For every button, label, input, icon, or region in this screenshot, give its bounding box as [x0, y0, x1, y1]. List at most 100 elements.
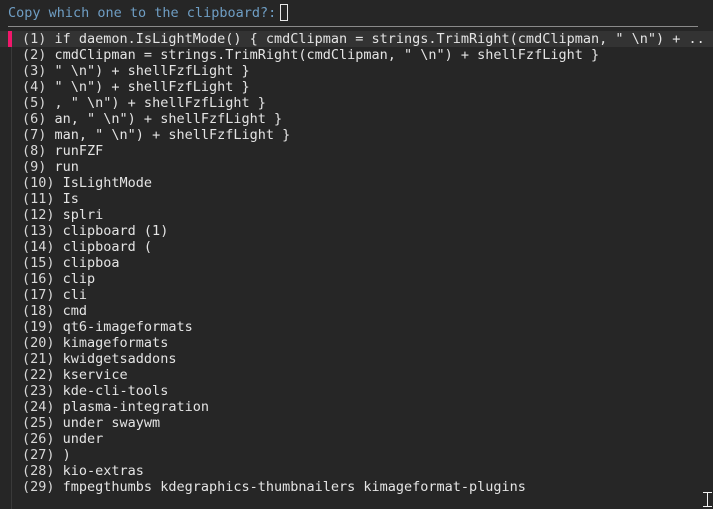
- list-item-number: (17): [22, 287, 55, 303]
- choice-list[interactable]: (1) if daemon.IsLightMode() { cmdClipman…: [0, 31, 713, 509]
- list-item-label: clipboa: [62, 255, 120, 271]
- list-item-spacer: [55, 303, 63, 319]
- list-item-number: (26): [22, 431, 55, 447]
- list-item-spacer: [46, 111, 54, 127]
- list-item[interactable]: (20) kimageformats: [0, 335, 713, 351]
- list-item-spacer: [55, 239, 63, 255]
- list-item-label: run: [54, 159, 79, 175]
- list-item[interactable]: (15) clipboa: [0, 255, 713, 271]
- list-item-number: (23): [22, 383, 55, 399]
- list-item-number: (7): [22, 127, 47, 143]
- list-item[interactable]: (4) " \n") + shellFzfLight }: [0, 79, 713, 95]
- list-item-spacer: [46, 79, 54, 95]
- list-item-label: " \n") + shellFzfLight }: [54, 79, 250, 95]
- list-item[interactable]: (2) cmdClipman = strings.TrimRight(cmdCl…: [0, 47, 713, 63]
- list-item-spacer: [55, 271, 63, 287]
- list-item[interactable]: (11) Is: [0, 191, 713, 207]
- terminal-picker-window: Copy which one to the clipboard?: (1) if…: [0, 0, 713, 509]
- list-item-spacer: [55, 255, 63, 271]
- list-item-spacer: [55, 207, 63, 223]
- list-item-spacer: [55, 431, 63, 447]
- list-item-number: (2): [22, 47, 47, 63]
- list-item-number: (16): [22, 271, 55, 287]
- list-item[interactable]: (25) under swaywm: [0, 415, 713, 431]
- list-item-number: (18): [22, 303, 55, 319]
- list-item-spacer: [46, 47, 54, 63]
- list-item-number: (25): [22, 415, 55, 431]
- list-item[interactable]: (22) kservice: [0, 367, 713, 383]
- list-item[interactable]: (10) IsLightMode: [0, 175, 713, 191]
- list-item-label: kde-cli-tools: [62, 383, 169, 399]
- list-item-number: (19): [22, 319, 55, 335]
- list-item[interactable]: (12) splri: [0, 207, 713, 223]
- list-item-spacer: [55, 335, 63, 351]
- list-item-label: Is: [62, 191, 79, 207]
- list-item-label: runFZF: [54, 143, 104, 159]
- list-item-number: (3): [22, 63, 47, 79]
- list-item-spacer: [55, 383, 63, 399]
- list-item-spacer: [46, 127, 54, 143]
- list-item[interactable]: (17) cli: [0, 287, 713, 303]
- list-item[interactable]: (1) if daemon.IsLightMode() { cmdClipman…: [0, 31, 713, 47]
- prompt-bar: Copy which one to the clipboard?:: [0, 0, 713, 27]
- list-item[interactable]: (14) clipboard (: [0, 239, 713, 255]
- list-item[interactable]: (9) run: [0, 159, 713, 175]
- list-item[interactable]: (16) clip: [0, 271, 713, 287]
- list-item-label: cmdClipman = strings.TrimRight(cmdClipma…: [54, 47, 600, 63]
- list-item[interactable]: (27) ): [0, 447, 713, 463]
- list-item-number: (12): [22, 207, 55, 223]
- list-item-label: clip: [62, 271, 96, 287]
- list-item-label: " \n") + shellFzfLight }: [54, 63, 250, 79]
- list-item[interactable]: (18) cmd: [0, 303, 713, 319]
- list-item-spacer: [55, 287, 63, 303]
- list-item[interactable]: (13) clipboard (1): [0, 223, 713, 239]
- header-divider: [8, 26, 698, 27]
- vertical-scrollbar-track[interactable]: [700, 31, 702, 509]
- list-item-spacer: [55, 191, 63, 207]
- list-item[interactable]: (8) runFZF: [0, 143, 713, 159]
- list-item-label: qt6-imageformats: [62, 319, 193, 335]
- list-item-spacer: [55, 367, 63, 383]
- list-item-label: kservice: [62, 367, 128, 383]
- text-cursor-icon[interactable]: [280, 4, 288, 21]
- list-item-spacer: [55, 447, 63, 463]
- list-item[interactable]: (23) kde-cli-tools: [0, 383, 713, 399]
- list-item-number: (27): [22, 447, 55, 463]
- list-item-label: clipboard (: [62, 239, 153, 255]
- list-item-spacer: [55, 351, 63, 367]
- list-item-label: splri: [62, 207, 104, 223]
- list-item[interactable]: (29) fmpegthumbs kdegraphics-thumbnailer…: [0, 479, 713, 495]
- list-item-label: ): [62, 447, 71, 463]
- list-item-number: (29): [22, 479, 55, 495]
- list-item-number: (13): [22, 223, 55, 239]
- list-item-spacer: [46, 143, 54, 159]
- list-item-number: (10): [22, 175, 55, 191]
- list-item-spacer: [55, 399, 63, 415]
- list-item-spacer: [55, 463, 63, 479]
- list-item-spacer: [46, 63, 54, 79]
- list-item-label: fmpegthumbs kdegraphics-thumbnailers kim…: [62, 479, 526, 495]
- text-ibeam-cursor-icon: [703, 492, 712, 507]
- list-item-label: kimageformats: [62, 335, 169, 351]
- list-item-spacer: [46, 159, 54, 175]
- list-item-number: (8): [22, 143, 47, 159]
- prompt-label: Copy which one to the clipboard?:: [8, 5, 285, 21]
- list-item-number: (22): [22, 367, 55, 383]
- list-item[interactable]: (26) under: [0, 431, 713, 447]
- list-item[interactable]: (21) kwidgetsaddons: [0, 351, 713, 367]
- list-item[interactable]: (19) qt6-imageformats: [0, 319, 713, 335]
- list-item-label: if daemon.IsLightMode() { cmdClipman = s…: [54, 31, 705, 47]
- list-item-label: , " \n") + shellFzfLight }: [54, 95, 266, 111]
- list-item[interactable]: (7) man, " \n") + shellFzfLight }: [0, 127, 713, 143]
- list-item[interactable]: (5) , " \n") + shellFzfLight }: [0, 95, 713, 111]
- list-item[interactable]: (6) an, " \n") + shellFzfLight }: [0, 111, 713, 127]
- list-item-label: IsLightMode: [62, 175, 153, 191]
- list-item[interactable]: (28) kio-extras: [0, 463, 713, 479]
- list-item-label: an, " \n") + shellFzfLight }: [54, 111, 283, 127]
- list-item-number: (28): [22, 463, 55, 479]
- list-item-number: (21): [22, 351, 55, 367]
- list-item-number: (20): [22, 335, 55, 351]
- list-item[interactable]: (24) plasma-integration: [0, 399, 713, 415]
- list-item[interactable]: (3) " \n") + shellFzfLight }: [0, 63, 713, 79]
- list-item-spacer: [55, 319, 63, 335]
